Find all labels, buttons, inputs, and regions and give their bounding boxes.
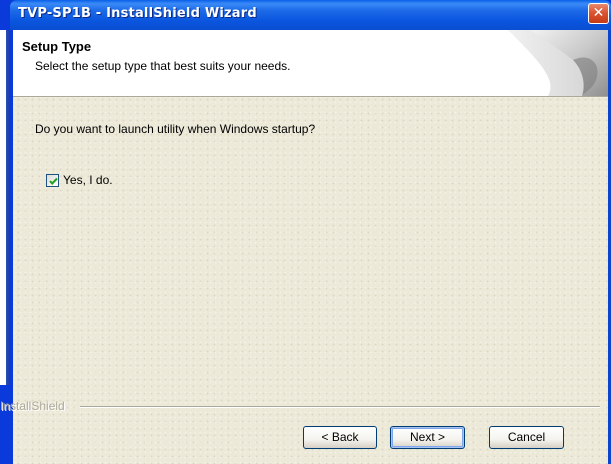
launch-question: Do you want to launch utility when Windo… (35, 122, 316, 136)
window-title: TVP-SP1B - InstallShield Wizard (18, 6, 257, 21)
installshield-brand-divider: InstallShield (0, 399, 600, 413)
launch-checkbox[interactable] (46, 174, 59, 187)
cancel-button[interactable]: Cancel (489, 426, 564, 449)
checkmark-icon (49, 177, 58, 185)
close-icon: ✕ (592, 5, 605, 21)
dialog-client-area: Setup Type Select the setup type that be… (0, 30, 608, 464)
header-title: Setup Type (22, 39, 92, 54)
divider-line (80, 406, 600, 408)
background-window-edge (0, 30, 10, 385)
back-button[interactable]: < Back (303, 426, 377, 449)
next-button[interactable]: Next > (390, 426, 465, 449)
installshield-brand: InstallShield (0, 399, 65, 413)
launch-checkbox-label[interactable]: Yes, I do. (63, 173, 113, 187)
installshield-wizard-window: TVP-SP1B - InstallShield Wizard ✕ Setup … (0, 0, 611, 464)
header-subtitle: Select the setup type that best suits yo… (35, 59, 291, 73)
close-button[interactable]: ✕ (588, 3, 609, 24)
title-bar[interactable]: TVP-SP1B - InstallShield Wizard ✕ (10, 0, 611, 30)
page-curl-graphic (508, 30, 608, 96)
dialog-header: Setup Type Select the setup type that be… (13, 30, 608, 97)
